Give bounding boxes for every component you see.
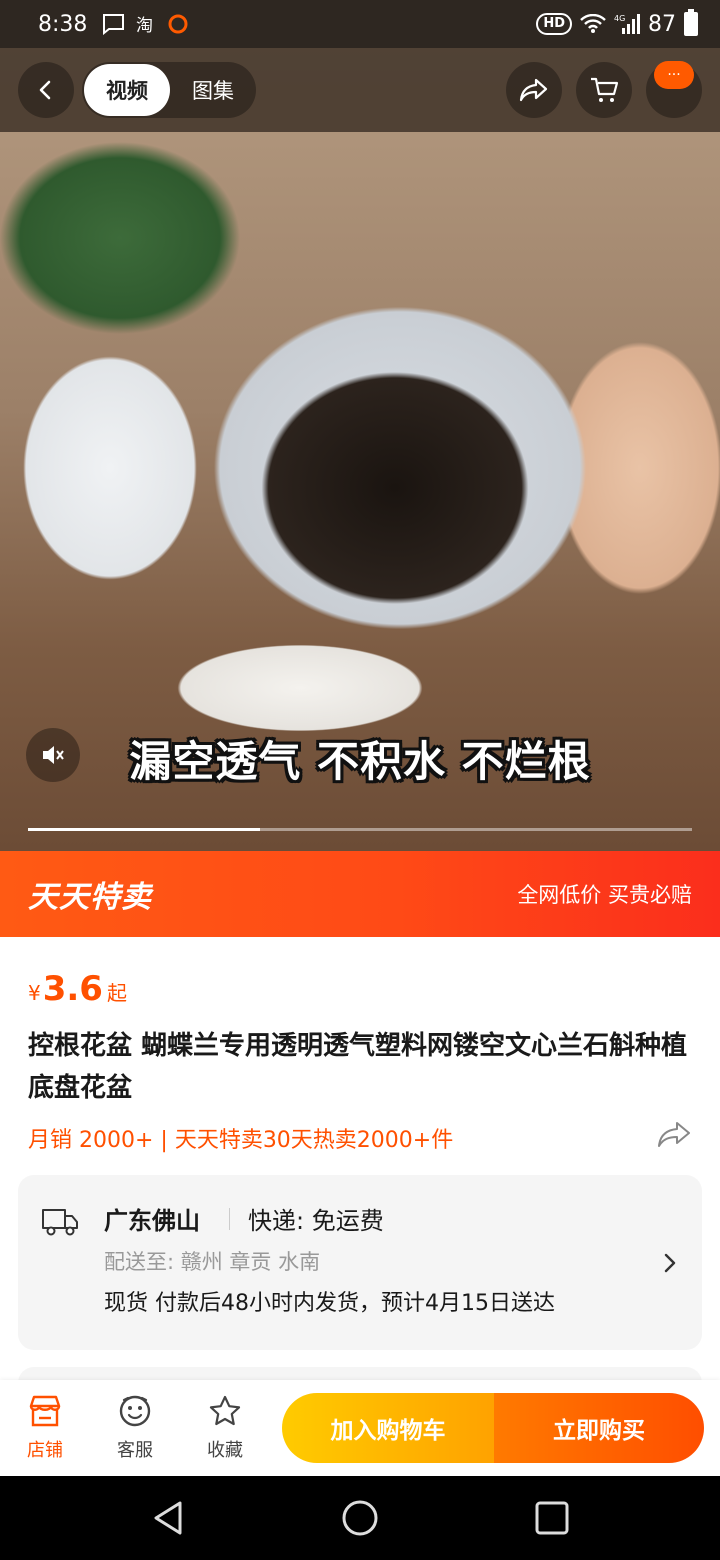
share-icon[interactable] [656, 1119, 692, 1149]
price: ¥ 3.6 起 [28, 969, 127, 1009]
battery-level: 87 [648, 11, 676, 37]
truck-icon [42, 1209, 78, 1236]
tab-video[interactable]: 视频 [84, 64, 170, 116]
ship-origin: 广东佛山 [104, 1207, 200, 1235]
product-info: ¥ 3.6 起 控根花盆 蝴蝶兰专用透明透气塑料网镂空文心兰石斛种植底盘花盆 月… [0, 937, 720, 1407]
svg-text:淘: 淘 [136, 16, 153, 35]
ship-eta: 现货 付款后48小时内发货，预计4月15日送达 [104, 1291, 555, 1316]
svg-text:4G: 4G [614, 14, 625, 23]
store-label: 店铺 [27, 1440, 63, 1461]
share-button[interactable] [506, 62, 562, 118]
sales-info: 月销 2000+ | 天天特卖30天热卖2000+件 [28, 1128, 454, 1153]
favorite-label: 收藏 [207, 1440, 243, 1461]
ship-method: 快递: 免运费 [248, 1207, 384, 1235]
status-time: 8:38 [38, 11, 88, 37]
store-button[interactable]: 店铺 [10, 1392, 80, 1462]
price-currency: ¥ [28, 981, 41, 1005]
add-to-cart-button[interactable]: 加入购物车 [282, 1393, 494, 1463]
record-icon [168, 14, 188, 34]
taobao-icon: 淘 [136, 16, 153, 35]
store-icon [26, 1392, 64, 1430]
price-suffix: 起 [106, 981, 127, 1005]
divider [229, 1208, 230, 1230]
back-icon [39, 80, 51, 100]
action-bar: 店铺 客服 收藏 加入购物车 立即购买 [0, 1380, 720, 1476]
notification-icons: 淘 [101, 13, 189, 35]
video-progress-fill [28, 828, 261, 831]
service-button[interactable]: 客服 [100, 1392, 170, 1462]
promo-slogan: 全网低价 买贵必赔 [517, 883, 692, 907]
more-button[interactable]: ··· [646, 61, 702, 118]
product-video[interactable]: 视频 图集 ··· 漏空透气 不积水 不烂根 [0, 48, 720, 851]
star-icon [206, 1392, 244, 1430]
status-right: HD 4G 87 [536, 9, 698, 37]
system-recents-icon[interactable] [532, 1498, 572, 1538]
ship-destination: 配送至: 赣州 章贡 水南 [104, 1250, 321, 1274]
signal-icon: 4G [614, 14, 640, 34]
hd-badge: HD [536, 13, 572, 35]
video-progress[interactable] [28, 828, 692, 831]
price-value: 3.6 [42, 969, 103, 1009]
promo-title: 天天特卖 [28, 880, 152, 915]
shipping-card[interactable]: 广东佛山 快递: 免运费 配送至: 赣州 章贡 水南 现货 付款后48小时内发货… [18, 1175, 702, 1350]
product-title: 控根花盆 蝴蝶兰专用透明透气塑料网镂空文心兰石斛种植底盘花盆 [28, 1031, 688, 1103]
favorite-button[interactable]: 收藏 [190, 1392, 260, 1462]
back-button[interactable] [18, 62, 74, 118]
tab-gallery[interactable]: 图集 [170, 62, 256, 118]
share-icon [519, 78, 548, 102]
system-back-icon[interactable] [150, 1498, 190, 1538]
service-icon [116, 1392, 154, 1430]
system-home-icon[interactable] [340, 1498, 380, 1538]
media-tabs: 视频 图集 [82, 62, 256, 118]
service-label: 客服 [117, 1440, 153, 1461]
wifi-icon [580, 14, 606, 33]
chevron-right-icon [664, 1253, 676, 1273]
promo-banner[interactable]: 天天特卖 全网低价 买贵必赔 [0, 851, 720, 937]
cart-button[interactable] [576, 62, 632, 118]
status-bar: 8:38 淘 HD 4G 87 [0, 0, 720, 48]
battery-icon [684, 9, 698, 36]
system-nav-bar [0, 1476, 720, 1560]
video-caption: 漏空透气 不积水 不烂根 [129, 737, 591, 786]
buy-now-button[interactable]: 立即购买 [494, 1393, 704, 1463]
message-icon [103, 14, 125, 35]
cart-icon [591, 77, 619, 102]
more-icon: ··· [654, 61, 694, 89]
